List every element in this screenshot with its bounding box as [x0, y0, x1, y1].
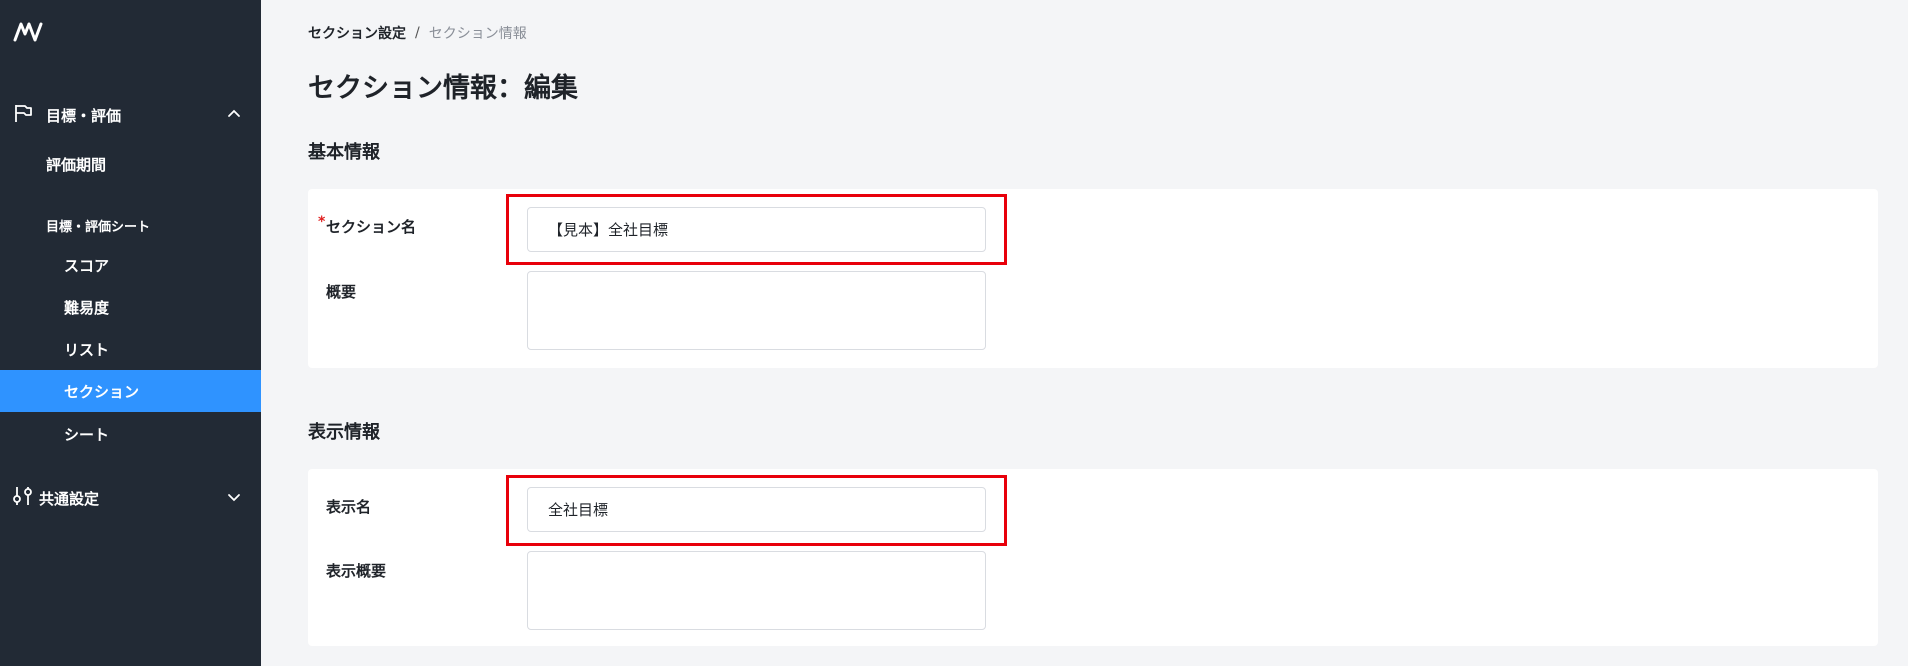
summary-textarea[interactable]	[527, 271, 986, 350]
breadcrumb-link-section-settings[interactable]: セクション設定	[308, 23, 406, 43]
nav-group-common-settings[interactable]: 共通設定	[0, 475, 261, 519]
highlight-box-section-name	[506, 194, 1007, 265]
sidebar-item-label: リスト	[64, 341, 110, 359]
sidebar-item-label: 評価期間	[46, 156, 107, 174]
highlight-box-display-name	[506, 475, 1007, 546]
section-name-label: * セクション名	[318, 214, 417, 237]
chevron-down-icon[interactable]	[226, 489, 242, 505]
sidebar-item-section[interactable]: セクション	[0, 370, 261, 412]
sidebar-item-list[interactable]: リスト	[0, 328, 261, 370]
flag-icon	[15, 105, 32, 122]
chevron-up-icon[interactable]	[226, 106, 242, 122]
display-summary-textarea[interactable]	[527, 551, 986, 630]
sidebar-item-evaluation-period[interactable]: 評価期間	[0, 143, 261, 185]
sidebar-item-sheet[interactable]: シート	[0, 413, 261, 455]
page-title: セクション情報：編集	[308, 73, 578, 104]
required-mark: *	[318, 214, 326, 230]
sidebar: 目標・評価 評価期間 目標・評価シート スコア 難易度 リスト セクション シー…	[0, 0, 261, 666]
section-title-display-info: 表示情報	[308, 422, 380, 443]
sliders-icon	[13, 487, 32, 505]
sidebar-item-difficulty[interactable]: 難易度	[0, 286, 261, 328]
nav-group-label: 目標・評価	[46, 107, 122, 125]
sidebar-item-label: シート	[64, 426, 110, 444]
summary-label: 概要	[326, 283, 357, 301]
app-logo-icon[interactable]	[13, 20, 43, 44]
sidebar-item-label: スコア	[64, 257, 110, 275]
section-name-label-text: セクション名	[326, 218, 417, 236]
nav-group-goals-evaluation[interactable]: 目標・評価	[0, 92, 261, 136]
breadcrumb-current: セクション情報	[428, 26, 527, 42]
breadcrumb-separator: /	[415, 25, 420, 41]
nav-group-label: 共通設定	[39, 490, 100, 508]
display-name-label: 表示名	[326, 498, 372, 516]
sidebar-item-label: 難易度	[64, 299, 110, 317]
sidebar-item-label: セクション	[64, 383, 140, 401]
sidebar-item-score[interactable]: スコア	[0, 244, 261, 286]
breadcrumb: セクション設定 / セクション情報	[308, 23, 527, 43]
sidebar-subheader-sheet: 目標・評価シート	[46, 220, 151, 235]
display-summary-label: 表示概要	[326, 562, 387, 580]
section-title-basic-info: 基本情報	[308, 142, 380, 163]
